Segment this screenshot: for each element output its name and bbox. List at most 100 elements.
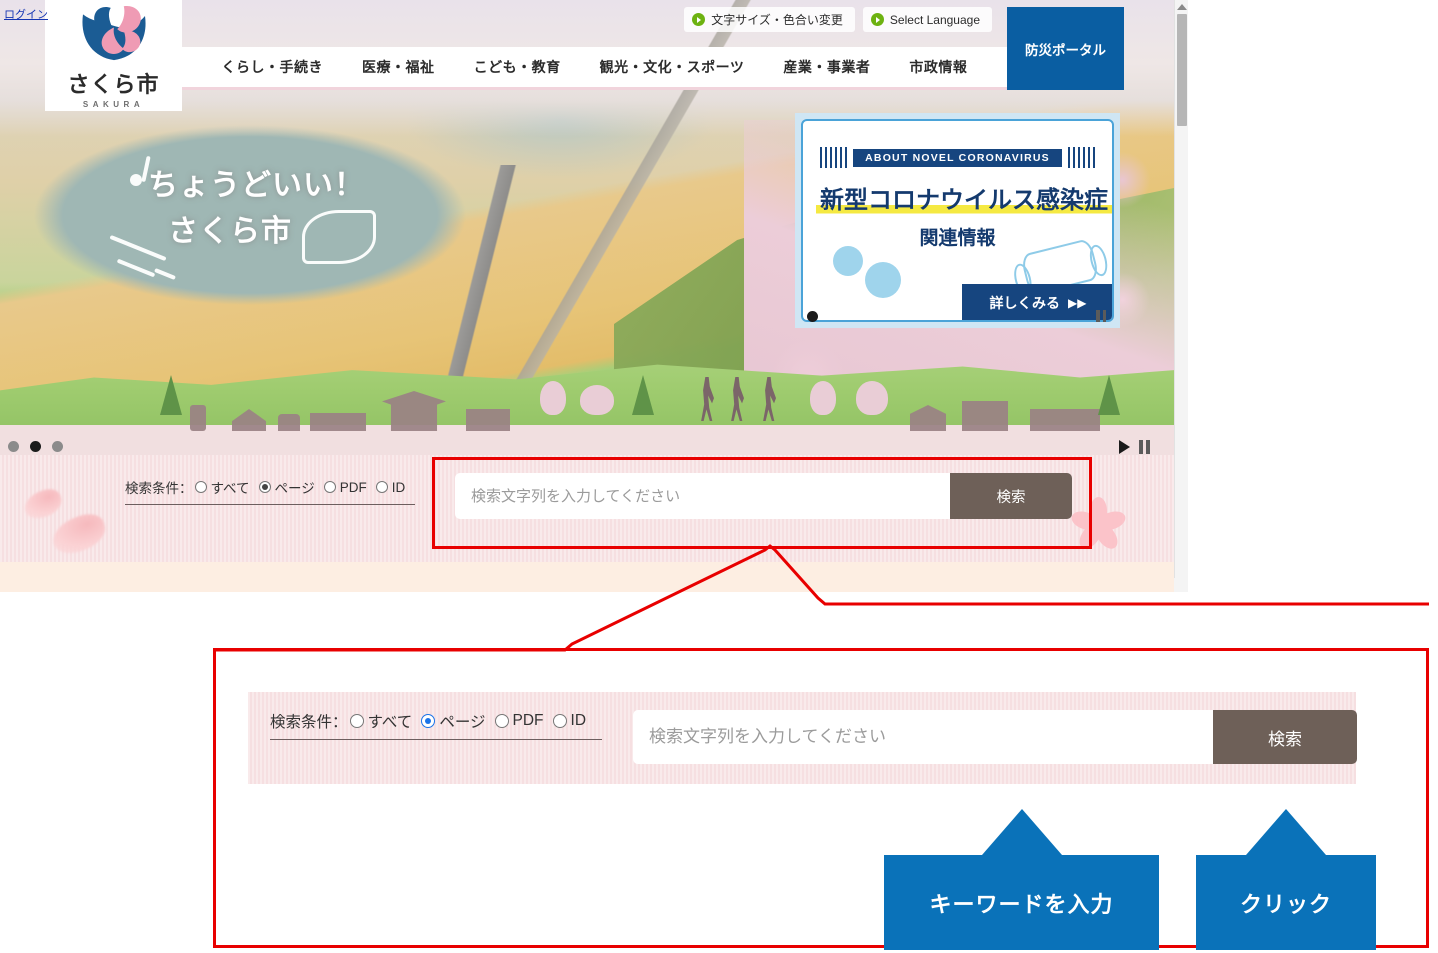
vertical-scrollbar[interactable] bbox=[1174, 0, 1188, 592]
radio-option-all[interactable]: すべて bbox=[195, 477, 250, 497]
runner-figure bbox=[700, 377, 714, 421]
carousel-playback-controls bbox=[1119, 440, 1151, 454]
detail-search-row: 検索条件： すべて ページ PDF ID bbox=[270, 710, 602, 740]
banner-indicator-dot[interactable] bbox=[807, 311, 818, 322]
search-condition-label: 検索条件： bbox=[125, 477, 193, 497]
coronavirus-cta-button[interactable]: 詳しくみる ▶▶ bbox=[962, 284, 1114, 322]
coronavirus-cta-label: 詳しくみる bbox=[989, 293, 1060, 313]
bar-decoration-icon bbox=[820, 147, 848, 168]
callout-keyword-input: キーワードを入力 bbox=[884, 855, 1159, 950]
coronavirus-banner[interactable]: ABOUT NOVEL CORONAVIRUS 新型コロナウイルス感染症 関連情… bbox=[795, 113, 1120, 328]
petal-decoration bbox=[21, 486, 65, 522]
radio-label-page: ページ bbox=[275, 477, 315, 497]
detail-radio-option-page[interactable]: ページ bbox=[421, 710, 485, 732]
radio-label-all: すべて bbox=[211, 477, 250, 497]
nav-item-kurashi[interactable]: くらし・手続き bbox=[222, 57, 324, 77]
pause-icon[interactable] bbox=[1139, 440, 1151, 454]
coronavirus-english-row: ABOUT NOVEL CORONAVIRUS bbox=[803, 147, 1112, 168]
blossom-tree-icon bbox=[810, 381, 836, 415]
logo-subtext: SAKURA bbox=[83, 100, 144, 109]
radio-indicator bbox=[553, 714, 567, 728]
nav-item-kodomo[interactable]: こども・教育 bbox=[474, 57, 561, 77]
detail-condition-group: 検索条件： すべて ページ PDF ID bbox=[270, 710, 602, 740]
radio-indicator bbox=[259, 481, 271, 493]
village-silhouettes bbox=[0, 361, 1174, 431]
detail-radio-label-pdf: PDF bbox=[513, 712, 544, 730]
detail-search-band: 検索条件： すべて ページ PDF ID bbox=[248, 692, 1356, 784]
site-logo[interactable]: さくら市 SAKURA bbox=[45, 0, 182, 111]
virus-icon bbox=[865, 262, 901, 298]
hero-catchcopy: ちょうどいい！ さくら市 bbox=[120, 160, 390, 250]
sakura-logo-icon bbox=[73, 3, 155, 65]
arrow-circle-icon bbox=[692, 13, 705, 26]
radio-indicator bbox=[421, 714, 435, 728]
house-icon bbox=[232, 409, 266, 431]
carousel-dot-1[interactable] bbox=[8, 441, 19, 452]
bar-decoration-icon bbox=[1068, 147, 1096, 168]
detail-condition-underline bbox=[270, 739, 602, 740]
radio-indicator bbox=[324, 481, 336, 493]
text-size-color-button[interactable]: 文字サイズ・色合い変更 bbox=[684, 7, 855, 32]
play-icon[interactable] bbox=[1119, 440, 1130, 454]
petal-decoration bbox=[48, 509, 110, 558]
coronavirus-english-label: ABOUT NOVEL CORONAVIRUS bbox=[853, 149, 1062, 167]
detail-radio-label-all: すべて bbox=[368, 710, 413, 732]
callout-keyword-label: キーワードを入力 bbox=[884, 855, 1159, 950]
scroll-up-arrow-icon[interactable] bbox=[1177, 4, 1187, 10]
text-size-color-label: 文字サイズ・色合い変更 bbox=[711, 11, 843, 28]
detail-radio-option-id[interactable]: ID bbox=[553, 712, 587, 730]
annotation-connector-line bbox=[200, 540, 1438, 660]
shrine-icon bbox=[382, 391, 446, 431]
carousel-dots bbox=[8, 441, 63, 452]
bousai-portal-button[interactable]: 防災ポータル bbox=[1007, 7, 1124, 90]
detail-radio-label-page: ページ bbox=[439, 710, 485, 732]
spark-decoration bbox=[130, 174, 142, 186]
coronavirus-banner-inner: ABOUT NOVEL CORONAVIRUS 新型コロナウイルス感染症 関連情… bbox=[801, 119, 1114, 322]
search-condition-group: 検索条件： すべて ページ PDF bbox=[125, 477, 415, 505]
arrow-circle-icon bbox=[871, 13, 884, 26]
radio-option-page[interactable]: ページ bbox=[259, 477, 315, 497]
blossom-tree-icon bbox=[580, 385, 614, 415]
radio-indicator bbox=[495, 714, 509, 728]
carousel-dot-3[interactable] bbox=[52, 441, 63, 452]
conifer-icon bbox=[632, 375, 654, 415]
radio-option-pdf[interactable]: PDF bbox=[324, 480, 367, 495]
condition-underline bbox=[125, 504, 415, 505]
callout-arrow bbox=[1246, 809, 1326, 855]
runner-figure bbox=[730, 377, 744, 421]
detail-search-input[interactable] bbox=[633, 710, 1213, 764]
detail-condition-label: 検索条件： bbox=[270, 710, 348, 732]
nav-item-shisei[interactable]: 市政情報 bbox=[909, 57, 967, 77]
radio-option-id[interactable]: ID bbox=[376, 480, 406, 495]
select-language-label: Select Language bbox=[890, 13, 980, 27]
radio-label-id: ID bbox=[392, 480, 406, 495]
detail-radio-option-pdf[interactable]: PDF bbox=[495, 712, 544, 730]
double-chevron-right-icon: ▶▶ bbox=[1068, 296, 1086, 310]
detail-search-form: 検索 bbox=[633, 710, 1357, 764]
detail-condition-line: 検索条件： すべて ページ PDF ID bbox=[270, 710, 602, 732]
annotation-highlight-box-top bbox=[432, 457, 1092, 549]
nav-item-sangyo[interactable]: 産業・事業者 bbox=[783, 57, 870, 77]
sakura-emblem-icon bbox=[302, 210, 376, 264]
logo-text: さくら市 bbox=[67, 67, 159, 99]
radio-indicator bbox=[350, 714, 364, 728]
detail-search-button[interactable]: 検索 bbox=[1213, 710, 1357, 764]
virus-icon bbox=[833, 246, 863, 276]
carousel-dot-2[interactable] bbox=[30, 441, 41, 452]
building-icon bbox=[1030, 409, 1100, 431]
select-language-button[interactable]: Select Language bbox=[863, 7, 992, 32]
house-icon bbox=[278, 414, 300, 431]
detail-radio-option-all[interactable]: すべて bbox=[350, 710, 413, 732]
building-icon bbox=[310, 413, 366, 431]
scrollbar-thumb[interactable] bbox=[1177, 14, 1187, 126]
nav-item-kanko[interactable]: 観光・文化・スポーツ bbox=[600, 57, 745, 77]
building-icon bbox=[190, 405, 206, 431]
login-link[interactable]: ログイン bbox=[4, 6, 48, 22]
detail-radio-label-id: ID bbox=[571, 712, 587, 730]
callout-click-button: クリック bbox=[1196, 855, 1376, 950]
callout-arrow bbox=[982, 809, 1062, 855]
search-condition-line: 検索条件： すべて ページ PDF bbox=[125, 477, 415, 497]
banner-pause-button[interactable] bbox=[1096, 310, 1106, 322]
onsen-sign-icon bbox=[910, 405, 946, 431]
nav-item-iryo[interactable]: 医療・福祉 bbox=[362, 57, 435, 77]
